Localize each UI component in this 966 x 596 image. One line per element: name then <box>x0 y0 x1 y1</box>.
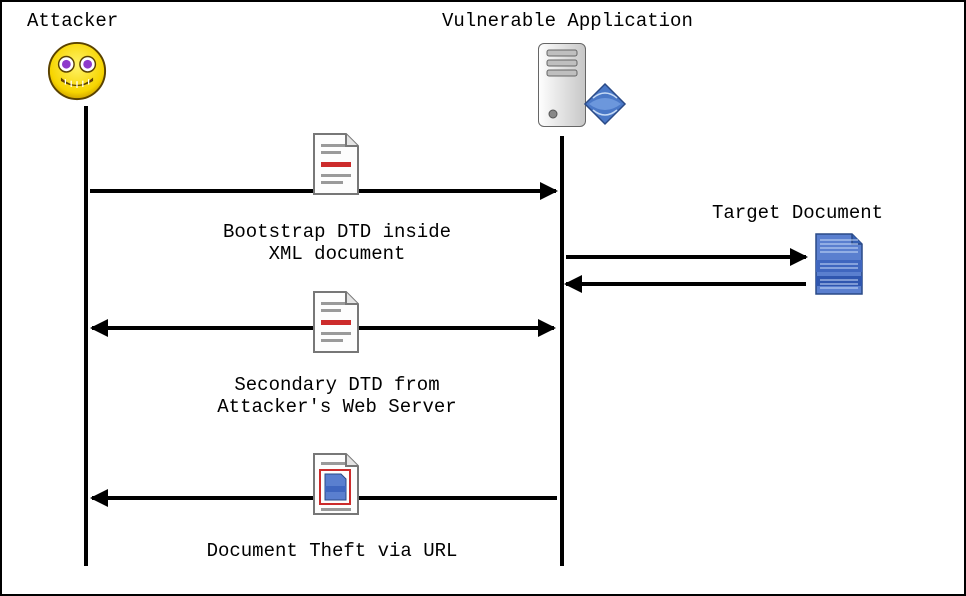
attacker-label: Attacker <box>27 10 118 32</box>
attacker-lifeline <box>84 106 88 566</box>
vulnerable-app-lifeline <box>560 136 564 566</box>
document-icon-theft <box>308 452 363 525</box>
document-icon-bootstrap <box>308 132 363 205</box>
target-document-icon <box>812 232 866 303</box>
msg2-label: Secondary DTD from Attacker's Web Server <box>187 374 487 418</box>
vulnerable-app-label: Vulnerable Application <box>442 10 693 32</box>
attacker-smiley-icon <box>46 40 108 102</box>
target-doc-label: Target Document <box>712 202 883 224</box>
diagram-canvas: Attacker Vulnerable Application Target D… <box>0 0 966 596</box>
arrow-to-target <box>566 255 806 259</box>
msg1-label: Bootstrap DTD inside XML document <box>182 221 492 265</box>
arrow-from-target <box>566 282 806 286</box>
server-icon <box>527 36 627 141</box>
document-icon-secondary <box>308 290 363 363</box>
msg3-label: Document Theft via URL <box>162 540 502 562</box>
